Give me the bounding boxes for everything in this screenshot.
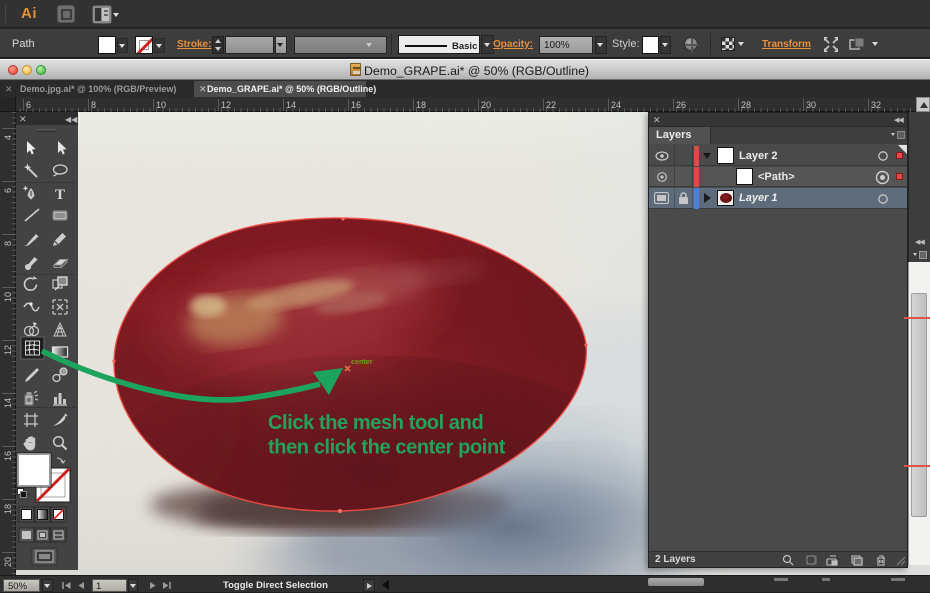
svg-text:◀◀: ◀◀ [65, 115, 78, 124]
svg-text:4: 4 [3, 135, 13, 140]
svg-text:18: 18 [3, 504, 13, 514]
svg-text:10: 10 [3, 292, 13, 302]
svg-text:16: 16 [3, 451, 13, 461]
svg-text:20: 20 [3, 557, 13, 567]
svg-text:T: T [55, 187, 65, 203]
svg-text:14: 14 [3, 398, 13, 408]
svg-text:✕: ✕ [19, 114, 27, 124]
svg-text:8: 8 [3, 241, 13, 246]
svg-text:12: 12 [3, 345, 13, 355]
svg-text:6: 6 [3, 188, 13, 193]
